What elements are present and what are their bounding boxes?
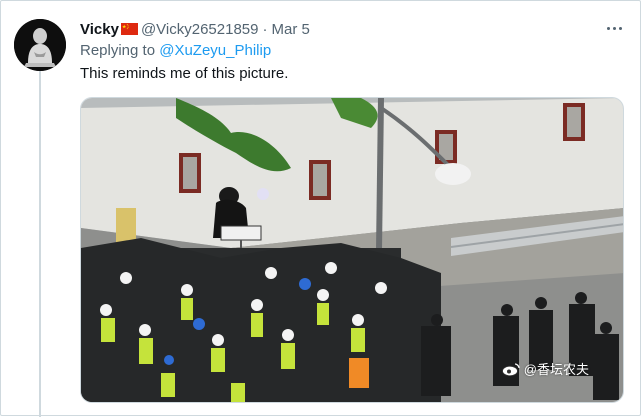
avatar[interactable] [14, 19, 66, 71]
replying-to-link[interactable]: @XuZeyu_Philip [159, 42, 271, 59]
tweet-card[interactable]: Vicky @Vicky26521859 · Mar 5 Replying to… [0, 0, 641, 417]
china-flag-icon [120, 23, 138, 35]
avatar-statue-icon [14, 19, 66, 71]
street-protest-photo [81, 98, 623, 402]
tweet-media-photo[interactable]: @香坛农夫 [80, 97, 624, 403]
replying-prefix: Replying to [80, 42, 160, 59]
user-handle[interactable]: @Vicky26521859 [141, 21, 259, 38]
weibo-icon [501, 362, 520, 376]
separator-dot: · [262, 20, 268, 38]
replying-to: Replying to @XuZeyu_Philip [80, 42, 271, 59]
photo-watermark: @香坛农夫 [501, 359, 589, 378]
thread-line [39, 69, 41, 417]
watermark-text: @香坛农夫 [523, 362, 589, 377]
display-name[interactable]: Vicky [80, 21, 119, 38]
tweet-date[interactable]: Mar 5 [271, 21, 309, 38]
tweet-header: Vicky @Vicky26521859 · Mar 5 [80, 19, 310, 39]
more-options-icon[interactable] [599, 17, 629, 39]
tweet-text: This reminds me of this picture. [80, 65, 289, 82]
